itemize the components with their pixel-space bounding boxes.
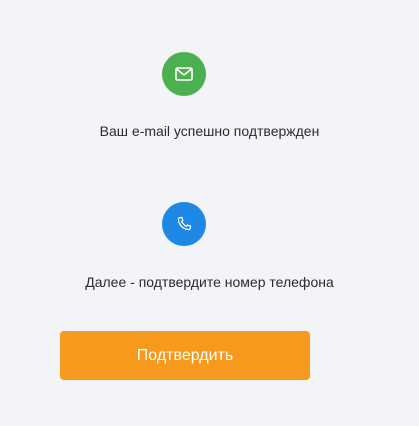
confirm-button[interactable]: Подтвердить bbox=[60, 331, 310, 380]
email-status-badge bbox=[162, 52, 206, 96]
phone-icon bbox=[175, 215, 193, 233]
email-verified-message: Ваш e-mail успешно подтвержден bbox=[99, 123, 320, 139]
phone-next-step-message: Далее - подтвердите номер телефона bbox=[85, 274, 334, 290]
envelope-icon bbox=[175, 67, 193, 81]
phone-status-badge bbox=[162, 202, 206, 246]
